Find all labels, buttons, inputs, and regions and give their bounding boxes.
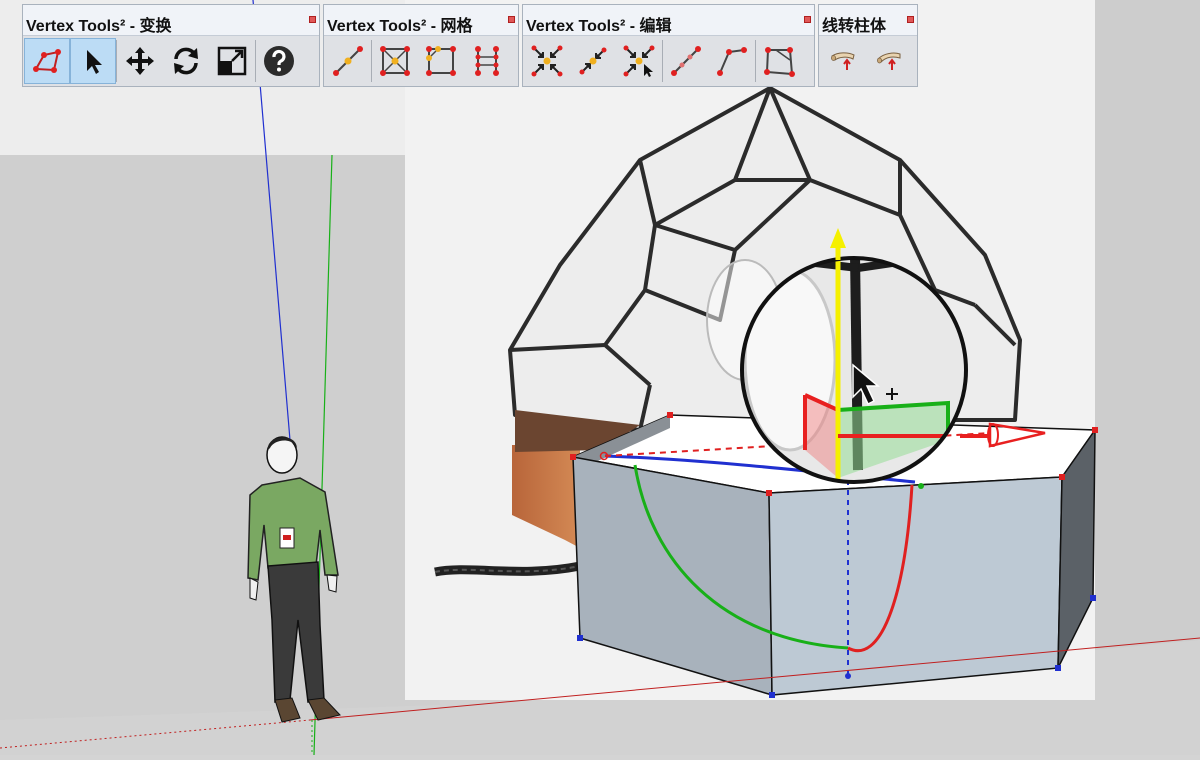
scale-button[interactable] [209,38,255,84]
help-button[interactable] [256,38,302,84]
pipe-icon [831,52,855,70]
box-front-right [768,476,1063,696]
edge-divide-icon [475,46,499,76]
toolbar-title: Vertex Tools² - 变换 [26,18,172,35]
model-scene [0,0,1200,756]
close-icon[interactable] [804,16,811,23]
quad-center-button[interactable] [372,38,418,84]
bend-edge-button[interactable] [709,38,755,84]
close-icon[interactable] [508,16,515,23]
right-wall [1095,0,1200,650]
edge-divide-button[interactable] [464,38,510,84]
toolbar-title: 线转柱体 [822,18,887,35]
close-icon[interactable] [309,16,316,23]
move-arrows-icon [126,47,154,75]
rotate-icon [174,47,198,75]
toolbar-title-bar[interactable]: Vertex Tools² - 变换 [23,5,319,36]
sketchup-viewport[interactable] [0,0,1200,756]
toolbar-line-to-cylinder: 线转柱体 [818,4,918,87]
face-outline-icon [764,47,795,77]
line-midpoint-button[interactable] [325,38,371,84]
toolbar-edit: Vertex Tools² - 编辑 [522,4,815,87]
toolbar-grid: Vertex Tools² - 网格 [323,4,519,87]
merge-target-icon [623,45,655,77]
merge-to-center-button[interactable] [570,38,616,84]
merge-vertices-button[interactable] [524,38,570,84]
insert-vertex-button[interactable] [663,38,709,84]
quad-grid-icon [426,46,456,76]
bend-edge-icon [717,47,747,76]
face-outline-button[interactable] [756,38,802,84]
toolbar-title-bar[interactable]: Vertex Tools² - 编辑 [523,5,814,36]
insert-vertex-icon [671,46,701,76]
help-icon [264,46,294,76]
tube-icon [877,52,901,70]
merge-vertices-icon [531,45,563,77]
vertex-select-icon [33,49,61,73]
line-midpoint-icon [333,46,363,76]
arrow-cursor-icon [87,50,102,74]
vertex-select-button[interactable] [24,38,70,84]
left-wall [0,155,440,720]
merge-to-target-button[interactable] [616,38,662,84]
toolbar-title-bar[interactable]: 线转柱体 [819,5,917,36]
toolbar-title: Vertex Tools² - 网格 [327,18,473,35]
line-to-tube-button[interactable] [866,38,912,84]
quad-center-icon [380,46,410,76]
rotate-button[interactable] [163,38,209,84]
toolbar-title-bar[interactable]: Vertex Tools² - 网格 [324,5,518,36]
move-button[interactable] [117,38,163,84]
quad-grid-button[interactable] [418,38,464,84]
select-arrow-button[interactable] [70,38,116,84]
line-to-cylinder-button[interactable] [820,38,866,84]
toolbar-transform: Vertex Tools² - 变换 [22,4,320,87]
merge-center-icon [579,47,607,75]
close-icon[interactable] [907,16,914,23]
toolbar-title: Vertex Tools² - 编辑 [526,18,672,35]
scale-icon [217,46,247,76]
